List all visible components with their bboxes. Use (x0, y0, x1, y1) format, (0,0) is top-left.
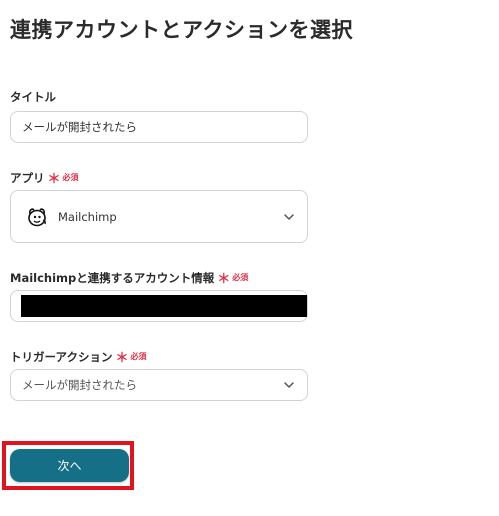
required-asterisk: ＊ (217, 272, 231, 287)
required-asterisk: ＊ (115, 351, 129, 366)
page: 連携アカウントとアクションを選択 タイトル アプリ ＊ 必須 (0, 0, 499, 516)
mailchimp-icon (26, 206, 48, 228)
title-label-text: タイトル (10, 90, 56, 104)
account-select[interactable] (10, 290, 308, 322)
redacted-account-value (21, 295, 307, 317)
account-field-label: Mailchimpと連携するアカウント情報 ＊ 必須 (10, 268, 249, 288)
app-select[interactable]: Mailchimp (10, 190, 308, 243)
required-text: 必須 (232, 273, 249, 282)
trigger-field-label: トリガーアクション ＊ 必須 (10, 347, 147, 367)
trigger-label-text: トリガーアクション (10, 349, 113, 364)
title-field-label: タイトル (10, 89, 56, 105)
trigger-select-value: メールが開封されたら (22, 378, 137, 392)
chevron-down-icon[interactable] (282, 210, 296, 224)
app-label-text: アプリ (10, 170, 45, 185)
next-button[interactable]: 次へ (10, 449, 129, 482)
trigger-select[interactable]: メールが開封されたら (10, 369, 308, 401)
required-text: 必須 (62, 173, 79, 182)
app-select-value: Mailchimp (58, 209, 117, 224)
app-select-row[interactable]: Mailchimp (11, 191, 307, 242)
title-input-box[interactable] (10, 111, 308, 143)
required-text: 必須 (130, 352, 147, 361)
chevron-down-icon[interactable] (282, 378, 296, 392)
page-title: 連携アカウントとアクションを選択 (10, 18, 353, 42)
trigger-select-row[interactable]: メールが開封されたら (11, 370, 307, 400)
app-field-label: アプリ ＊ 必須 (10, 168, 79, 188)
title-input[interactable] (11, 112, 307, 142)
required-asterisk: ＊ (47, 172, 61, 187)
account-label-text: Mailchimpと連携するアカウント情報 (10, 270, 215, 285)
